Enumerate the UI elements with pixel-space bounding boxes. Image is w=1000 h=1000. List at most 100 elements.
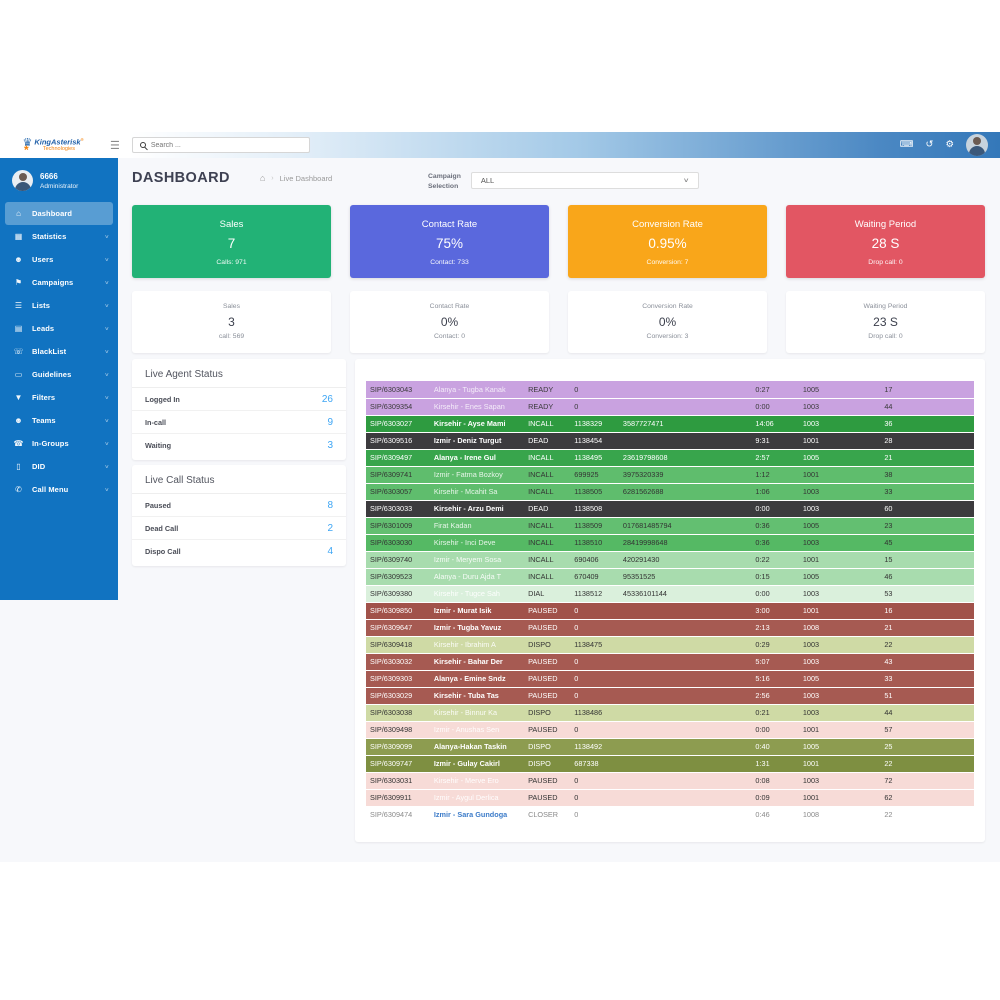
- sidebar-item-leads[interactable]: ▤ Leads ∨: [0, 317, 118, 340]
- cell-agent[interactable]: Kirsehir - Tuba Tas: [430, 687, 524, 704]
- campaign-select[interactable]: ALL ∨: [471, 172, 699, 189]
- cell-agent[interactable]: Izmir - Murat Isik: [430, 602, 524, 619]
- app-logo[interactable]: ♛ * KingAsterisk® Technologies: [0, 132, 106, 158]
- cell-campaign: 1008: [799, 806, 880, 823]
- cell-agent[interactable]: Kirsehir - Merve Ero: [430, 772, 524, 789]
- cell-agent[interactable]: Firat Kadan: [430, 517, 524, 534]
- stat-card-subtext: Conversion: 3: [568, 333, 767, 340]
- cell-sip: SIP/6309911: [366, 789, 430, 806]
- stat-card-value: 3: [132, 315, 331, 329]
- cell-agent[interactable]: Alanya - Duru Ajda T: [430, 568, 524, 585]
- cell-calls: 44: [880, 398, 918, 415]
- cell-campaign: 1001: [799, 721, 880, 738]
- chevron-down-icon: ∨: [105, 487, 110, 493]
- cell-mmss: 14:06: [751, 415, 798, 432]
- column-header: [570, 368, 619, 381]
- chevron-right-icon: ›: [271, 175, 273, 182]
- phone-volume-icon: ✆: [13, 485, 24, 494]
- cell-in-group: [918, 568, 974, 585]
- cell-campaign: 1003: [799, 704, 880, 721]
- cell-agent[interactable]: Alanya - Emine Sndz: [430, 670, 524, 687]
- status-label: Dispo Call: [145, 547, 181, 556]
- sidebar-item-dashboard[interactable]: ⌂ Dashboard ∨: [5, 202, 113, 225]
- cell-agent[interactable]: Izmir - Tugba Yavuz: [430, 619, 524, 636]
- cell-lead-id: 670409: [570, 568, 619, 585]
- table-row: SIP/6309523 Alanya - Duru Ajda T INCALL …: [366, 568, 974, 585]
- sidebar-item-statistics[interactable]: ▦ Statistics ∨: [0, 225, 118, 248]
- stat-cards: Sales 7 Calls: 971 Contact Rate 75% Cont…: [132, 205, 985, 278]
- search-input[interactable]: [151, 142, 291, 149]
- sidebar-item-users[interactable]: ☻ Users ∨: [0, 248, 118, 271]
- status-row: Paused 8: [132, 494, 346, 517]
- cell-in-group: [918, 534, 974, 551]
- cell-agent[interactable]: Izmir - Fatma Bozkoy: [430, 466, 524, 483]
- cell-status: DEAD: [524, 500, 570, 517]
- stat-card-title: Conversion Rate: [568, 219, 767, 230]
- chevron-down-icon: ∨: [105, 257, 110, 263]
- campaign-select-value: ALL: [481, 176, 494, 185]
- cell-status: INCALL: [524, 534, 570, 551]
- cell-customer-number: [619, 670, 752, 687]
- sidebar-item-call-menu[interactable]: ✆ Call Menu ∨: [0, 478, 118, 501]
- cell-agent[interactable]: Izmir - Gulay Cakirl: [430, 755, 524, 772]
- cell-agent[interactable]: Izmir - Sara Gundoga: [430, 806, 524, 823]
- cell-in-group: [918, 704, 974, 721]
- user-avatar[interactable]: [966, 134, 988, 156]
- settings-icon[interactable]: ⚙: [945, 140, 954, 150]
- live-agents-table-card: SIP/6303043 Alanya - Tugba Kanak READY 0…: [355, 359, 985, 842]
- cell-agent[interactable]: Kirsehir - Binnur Ka: [430, 704, 524, 721]
- table-row: SIP/6309740 Izmir - Meryem Sosa INCALL 6…: [366, 551, 974, 568]
- cell-agent[interactable]: Izmir - Aygul Derlica: [430, 789, 524, 806]
- cell-agent[interactable]: Alanya - Tugba Kanak: [430, 381, 524, 398]
- cell-agent[interactable]: Kirsehir - Ibrahim A: [430, 636, 524, 653]
- sidebar-item-campaigns[interactable]: ⚑ Campaigns ∨: [0, 271, 118, 294]
- cell-status: DISPO: [524, 704, 570, 721]
- cell-agent[interactable]: Kirsehir - Enes Sapan: [430, 398, 524, 415]
- sidebar-item-in-groups[interactable]: ☎ In-Groups ∨: [0, 432, 118, 455]
- cell-sip: SIP/6303027: [366, 415, 430, 432]
- cell-agent[interactable]: Kirsehir - Arzu Demi: [430, 500, 524, 517]
- cell-agent[interactable]: Kirsehir - Ayse Mami: [430, 415, 524, 432]
- cell-agent[interactable]: Kirsehir - Inci Deve: [430, 534, 524, 551]
- cell-agent[interactable]: Alanya - Irene Gul: [430, 449, 524, 466]
- sidebar-profile[interactable]: 6666 Administrator: [0, 163, 118, 202]
- secondary-stat-card: Conversion Rate 0% Conversion: 3: [568, 291, 767, 353]
- cell-lead-id: 1138475: [570, 636, 619, 653]
- sidebar-item-lists[interactable]: ☰ Lists ∨: [0, 294, 118, 317]
- cell-mmss: 2:56: [751, 687, 798, 704]
- table-row: SIP/6303031 Kirsehir - Merve Ero PAUSED …: [366, 772, 974, 789]
- breadcrumb-current[interactable]: Live Dashboard: [280, 174, 333, 183]
- cell-mmss: 0:40: [751, 738, 798, 755]
- cell-agent[interactable]: Izmir - Meryem Sosa: [430, 551, 524, 568]
- top-navbar: ♛ * KingAsterisk® Technologies ☰ ⌨ ↺ ⚙: [0, 132, 1000, 158]
- keypad-icon[interactable]: ⌨: [900, 140, 914, 150]
- cell-sip: SIP/6303033: [366, 500, 430, 517]
- cell-agent[interactable]: Kirsehir - Tugce Sah: [430, 585, 524, 602]
- history-icon[interactable]: ↺: [926, 140, 934, 150]
- logo-title: KingAsterisk®: [34, 138, 83, 147]
- sidebar-item-filters[interactable]: ▼ Filters ∨: [0, 386, 118, 409]
- cell-campaign: 1003: [799, 687, 880, 704]
- cell-lead-id: 1138329: [570, 415, 619, 432]
- stat-card-value: 0%: [350, 315, 549, 329]
- sidebar-item-guidelines[interactable]: ▭ Guidelines ∨: [0, 363, 118, 386]
- search-box[interactable]: [132, 137, 310, 153]
- cell-customer-number: 017681485794: [619, 517, 752, 534]
- file-icon: ▤: [13, 324, 24, 333]
- sidebar-item-did[interactable]: ▯ DID ∨: [0, 455, 118, 478]
- cell-calls: 57: [880, 721, 918, 738]
- cell-agent[interactable]: Kirsehir - Mcahit Sa: [430, 483, 524, 500]
- cell-mmss: 0:36: [751, 534, 798, 551]
- stat-card-subtext: call: 569: [132, 333, 331, 340]
- cell-agent[interactable]: Izmir - Deniz Turgut: [430, 432, 524, 449]
- cell-in-group: [918, 466, 974, 483]
- sidebar-item-blacklist[interactable]: ☏ BlackList ∨: [0, 340, 118, 363]
- cell-campaign: 1003: [799, 483, 880, 500]
- card-icon: ▭: [13, 370, 24, 379]
- home-icon[interactable]: ⌂: [260, 174, 265, 183]
- sidebar-item-teams[interactable]: ☻ Teams ∨: [0, 409, 118, 432]
- hamburger-menu-icon[interactable]: ☰: [110, 139, 120, 152]
- cell-agent[interactable]: Kirsehir - Bahar Der: [430, 653, 524, 670]
- cell-agent[interactable]: Alanya-Hakan Taskin: [430, 738, 524, 755]
- cell-agent[interactable]: Izmir - Anushas Sen: [430, 721, 524, 738]
